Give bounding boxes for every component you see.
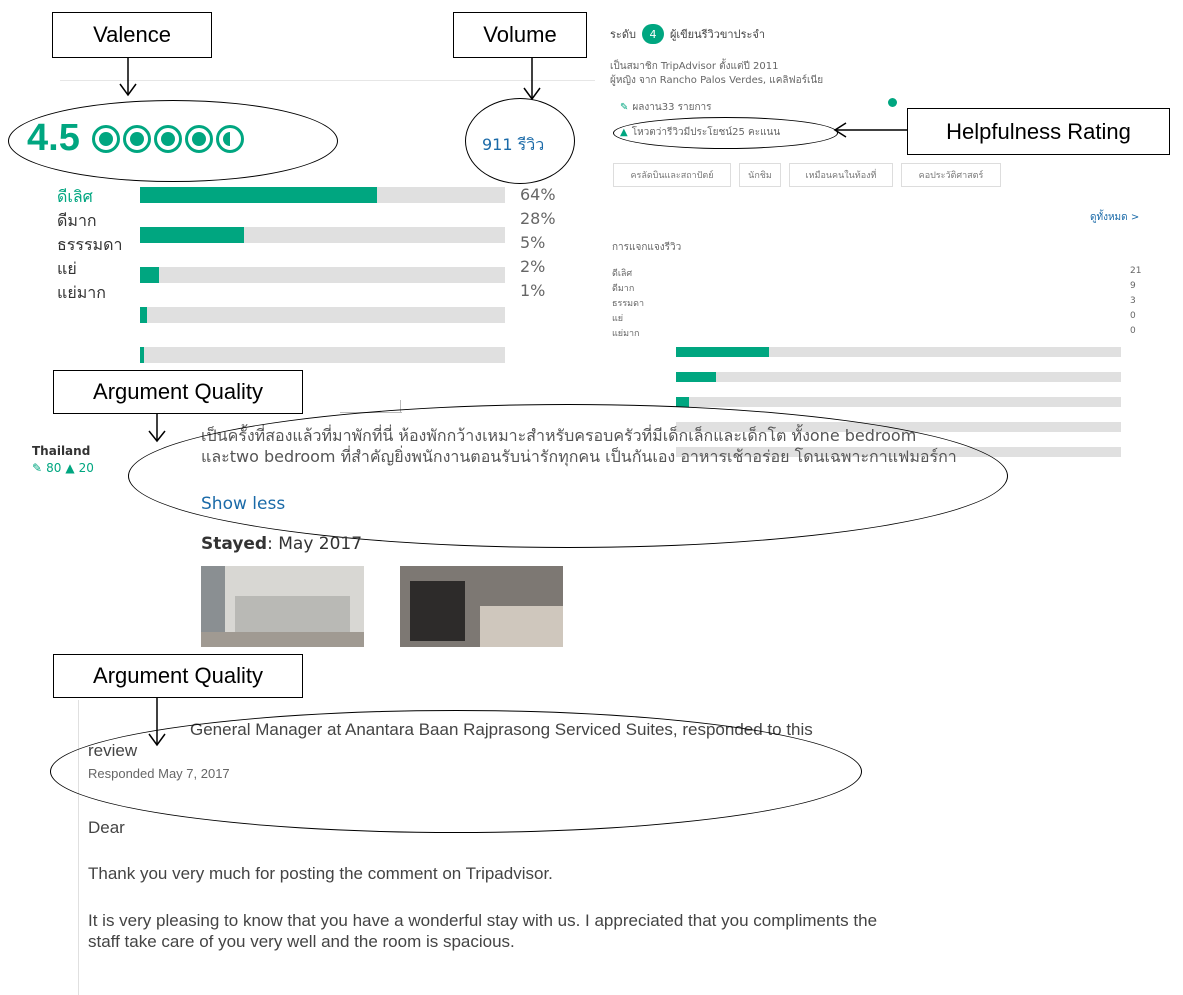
stayed-label: Stayed xyxy=(201,534,268,554)
rating-row-bar xyxy=(140,187,505,203)
argument-quality-arrow-1 xyxy=(147,414,167,448)
level-title: ผู้เขียนรีวิวขาประจำ xyxy=(669,28,766,41)
rating-row-bar-fill xyxy=(140,347,144,363)
reviewer-stats: ✎ 80 ▲ 20 xyxy=(32,461,94,475)
rating-row-bar xyxy=(140,307,505,323)
argument-quality-callout-2: Argument Quality xyxy=(53,654,303,698)
reviewer-helpful-count: 20 xyxy=(78,461,94,475)
photo-bed xyxy=(480,606,563,647)
argument-quality-callout-1-label: Argument Quality xyxy=(93,379,263,404)
distribution-row-label: แย่มาก xyxy=(612,329,640,339)
rating-row-percent: 64% xyxy=(520,185,556,204)
rating-row-label[interactable]: ธรรรมดา xyxy=(57,233,122,258)
helpfulness-ellipse xyxy=(613,117,838,149)
helpfulness-arrow xyxy=(832,120,912,144)
distribution-row-bar-fill xyxy=(676,372,717,382)
distribution-row-bar xyxy=(676,372,1121,382)
level-badge: 4 xyxy=(641,24,664,44)
rating-row-bar-fill xyxy=(140,227,244,243)
rating-row-bar-fill xyxy=(140,187,378,203)
valence-arrow xyxy=(118,58,138,102)
member-since: เป็นสมาชิก TripAdvisor ตั้งแต่ปี 2011 xyxy=(610,61,779,72)
stayed-date: Stayed: May 2017 xyxy=(201,534,362,554)
volume-ellipse xyxy=(465,98,575,184)
review-photo-1[interactable] xyxy=(201,566,364,647)
distribution-row-label: ธรรมดา xyxy=(612,299,644,309)
stayed-value: : May 2017 xyxy=(267,534,363,554)
rating-row-label[interactable]: แย่ xyxy=(57,257,77,282)
rating-row-label[interactable]: ดีมาก xyxy=(57,209,97,234)
tag-button[interactable]: ครลัดบินและสถาปัตย์ xyxy=(613,163,731,187)
response-paragraph-1: Thank you very much for posting the comm… xyxy=(88,864,553,883)
rating-row-bar-fill xyxy=(140,267,159,283)
thumbs-up-icon: ▲ xyxy=(65,461,75,475)
rating-row-label[interactable]: ดีเลิศ xyxy=(57,185,93,210)
rating-row-bar xyxy=(140,227,505,243)
valence-ellipse xyxy=(8,100,338,182)
rating-row-percent: 1% xyxy=(520,281,546,300)
reviewer-origin: ผู้หญิง จาก Rancho Palos Verdes, แคลิฟอร… xyxy=(610,75,824,86)
tag-button[interactable]: เหมือนคนในท้องที่ xyxy=(789,163,893,187)
photo-floor xyxy=(201,632,364,647)
reviewer-tags: ครลัดบินและสถาปัตย์ นักชิม เหมือนคนในท้อ… xyxy=(613,163,1001,187)
globe-icon xyxy=(888,98,897,107)
volume-callout-label: Volume xyxy=(483,22,557,47)
pencil-icon: ✎ xyxy=(620,102,629,113)
distribution-title: การแจกแจงรีวิว xyxy=(612,242,682,253)
distribution-row-count: 0 xyxy=(1130,311,1136,321)
contributions-label: ผลงาน33 รายการ xyxy=(632,102,712,113)
argument-quality-callout-1: Argument Quality xyxy=(53,370,303,414)
level-label: ระดับ xyxy=(610,28,636,41)
helpfulness-callout-label: Helpfulness Rating xyxy=(946,118,1131,144)
valence-callout-label: Valence xyxy=(93,22,171,47)
rating-row-percent: 2% xyxy=(520,257,546,276)
response-greeting: Dear xyxy=(88,818,125,837)
review-photo-2[interactable] xyxy=(400,566,563,647)
helpfulness-callout: Helpfulness Rating xyxy=(907,108,1170,155)
rating-row-percent: 5% xyxy=(520,233,546,252)
valence-callout: Valence xyxy=(52,12,212,58)
distribution-row-label: แย่ xyxy=(612,314,624,324)
reviewer-level: ระดับ 4 ผู้เขียนรีวิวขาประจำ xyxy=(610,24,765,44)
rating-row-bar-fill xyxy=(140,307,148,323)
distribution-row-label: ดีมาก xyxy=(612,284,635,294)
level-number: 4 xyxy=(649,27,657,41)
volume-callout: Volume xyxy=(453,12,587,58)
distribution-row-bar-fill xyxy=(676,347,770,357)
rating-row-label[interactable]: แย่มาก xyxy=(57,281,106,306)
tag-button[interactable]: นักชิม xyxy=(739,163,781,187)
distribution-row-bar xyxy=(676,347,1121,357)
see-all-link[interactable]: ดูทั้งหมด > xyxy=(1090,210,1139,225)
top-divider xyxy=(60,80,595,81)
review-count-icon: ✎ xyxy=(32,461,43,475)
distribution-row-count: 0 xyxy=(1130,326,1136,336)
argument-quality-callout-2-label: Argument Quality xyxy=(93,663,263,688)
response-border xyxy=(78,700,79,995)
photo-counter xyxy=(235,596,350,636)
argument-quality-ellipse-2 xyxy=(50,710,862,833)
rating-row-bar xyxy=(140,347,505,363)
tag-button[interactable]: คอประวัติศาสตร์ xyxy=(901,163,1001,187)
rating-row-percent: 28% xyxy=(520,209,556,228)
reviewer-country: Thailand xyxy=(32,444,91,458)
distribution-row-bar xyxy=(676,397,1121,407)
response-paragraph-2: It is very pleasing to know that you hav… xyxy=(88,911,878,951)
photo-chair xyxy=(410,581,465,641)
argument-quality-ellipse-1 xyxy=(128,404,1008,548)
distribution-row-label: ดีเลิศ xyxy=(612,269,633,279)
contributions: ✎ ผลงาน33 รายการ xyxy=(620,100,712,115)
distribution-row-count: 3 xyxy=(1130,296,1136,306)
distribution-row-count: 21 xyxy=(1130,266,1142,276)
distribution-row-count: 9 xyxy=(1130,281,1136,291)
reviewer-review-count: 80 xyxy=(46,461,62,475)
rating-row-bar xyxy=(140,267,505,283)
